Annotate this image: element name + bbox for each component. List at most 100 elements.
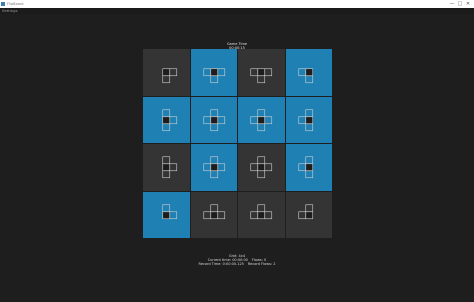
tile-r2-c2[interactable] — [190, 96, 237, 143]
pattern-center-cell — [257, 210, 266, 219]
window-controls: — □ ✕ — [448, 0, 472, 8]
flip-pattern-icon — [162, 203, 178, 219]
pattern-neighbor-cell — [162, 170, 171, 179]
pattern-center-cell — [162, 68, 171, 77]
pattern-neighbor-cell — [169, 115, 178, 124]
pattern-center-cell — [209, 210, 218, 219]
pattern-center-cell — [162, 163, 171, 172]
pattern-neighbor-cell — [209, 108, 218, 117]
app-icon — [1, 2, 5, 6]
pattern-neighbor-cell — [209, 122, 218, 131]
maximize-button[interactable]: □ — [456, 0, 464, 8]
pattern-neighbor-cell — [304, 75, 313, 84]
pattern-neighbor-cell — [297, 210, 306, 219]
pattern-neighbor-cell — [169, 163, 178, 172]
title-bar: FlipBoard — □ ✕ — [0, 0, 474, 8]
pattern-neighbor-cell — [257, 156, 266, 165]
pattern-neighbor-cell — [202, 163, 211, 172]
pattern-neighbor-cell — [250, 115, 259, 124]
pattern-neighbor-cell — [162, 75, 171, 84]
tile-r3-c1[interactable] — [143, 144, 190, 191]
pattern-center-cell — [257, 68, 266, 77]
tile-r1-c4[interactable] — [285, 49, 332, 96]
tile-r1-c1[interactable] — [143, 49, 190, 96]
pattern-neighbor-cell — [304, 170, 313, 179]
tile-r3-c4[interactable] — [285, 144, 332, 191]
record-time-label: Record Time: 0:00:00.125 — [198, 262, 244, 266]
pattern-neighbor-cell — [304, 156, 313, 165]
tile-r1-c3[interactable] — [238, 49, 285, 96]
tile-r4-c2[interactable] — [190, 191, 237, 238]
pattern-center-cell — [304, 210, 313, 219]
pattern-neighbor-cell — [169, 210, 178, 219]
pattern-neighbor-cell — [257, 108, 266, 117]
pattern-center-cell — [209, 68, 218, 77]
flip-pattern-icon — [202, 68, 225, 84]
pattern-neighbor-cell — [250, 210, 259, 219]
flip-pattern-icon — [202, 156, 225, 179]
pattern-neighbor-cell — [297, 115, 306, 124]
menu-bar: Settings — [0, 8, 474, 14]
pattern-neighbor-cell — [250, 68, 259, 77]
flip-pattern-icon — [250, 108, 273, 131]
tile-r1-c2[interactable] — [190, 49, 237, 96]
flip-pattern-icon — [297, 108, 313, 131]
pattern-neighbor-cell — [162, 122, 171, 131]
pattern-neighbor-cell — [216, 68, 225, 77]
tile-r2-c1[interactable] — [143, 96, 190, 143]
pattern-center-cell — [209, 115, 218, 124]
pattern-neighbor-cell — [257, 170, 266, 179]
pattern-center-cell — [257, 115, 266, 124]
pattern-neighbor-cell — [202, 210, 211, 219]
minimize-button[interactable]: — — [448, 0, 456, 8]
record-flows-label: Record Flows: 2 — [247, 262, 276, 266]
close-button[interactable]: ✕ — [464, 0, 472, 8]
flip-pattern-icon — [250, 156, 273, 179]
tile-r4-c3[interactable] — [238, 191, 285, 238]
pattern-center-cell — [304, 115, 313, 124]
tile-r4-c1[interactable] — [143, 191, 190, 238]
pattern-neighbor-cell — [297, 68, 306, 77]
tile-r2-c3[interactable] — [238, 96, 285, 143]
flip-pattern-icon — [162, 156, 178, 179]
pattern-center-cell — [304, 68, 313, 77]
pattern-center-cell — [162, 115, 171, 124]
tile-r3-c3[interactable] — [238, 144, 285, 191]
pattern-neighbor-cell — [264, 163, 273, 172]
pattern-neighbor-cell — [264, 68, 273, 77]
pattern-neighbor-cell — [169, 68, 178, 77]
flip-pattern-icon — [297, 68, 313, 84]
flip-pattern-icon — [202, 108, 225, 131]
pattern-center-cell — [304, 163, 313, 172]
window-title: FlipBoard — [7, 2, 24, 6]
pattern-neighbor-cell — [202, 115, 211, 124]
flip-pattern-icon — [297, 156, 313, 179]
pattern-neighbor-cell — [209, 203, 218, 212]
pattern-neighbor-cell — [304, 122, 313, 131]
pattern-center-cell — [209, 163, 218, 172]
tile-r2-c4[interactable] — [285, 96, 332, 143]
flip-pattern-icon — [162, 108, 178, 131]
pattern-neighbor-cell — [264, 210, 273, 219]
pattern-neighbor-cell — [209, 170, 218, 179]
pattern-neighbor-cell — [216, 115, 225, 124]
flip-pattern-icon — [162, 68, 178, 84]
flip-pattern-icon — [250, 68, 273, 84]
tile-r3-c2[interactable] — [190, 144, 237, 191]
pattern-neighbor-cell — [257, 75, 266, 84]
status-panel: Grid: 4x4 Current time: 00:00:00 Flows: … — [187, 254, 287, 266]
pattern-neighbor-cell — [162, 203, 171, 212]
pattern-neighbor-cell — [304, 203, 313, 212]
pattern-neighbor-cell — [162, 108, 171, 117]
settings-menu[interactable]: Settings — [2, 8, 18, 14]
game-board — [143, 49, 332, 238]
pattern-neighbor-cell — [257, 122, 266, 131]
pattern-neighbor-cell — [216, 210, 225, 219]
pattern-neighbor-cell — [216, 163, 225, 172]
flip-pattern-icon — [202, 203, 225, 219]
pattern-neighbor-cell — [257, 203, 266, 212]
tile-r4-c4[interactable] — [285, 191, 332, 238]
pattern-neighbor-cell — [209, 75, 218, 84]
pattern-neighbor-cell — [297, 163, 306, 172]
pattern-neighbor-cell — [162, 156, 171, 165]
